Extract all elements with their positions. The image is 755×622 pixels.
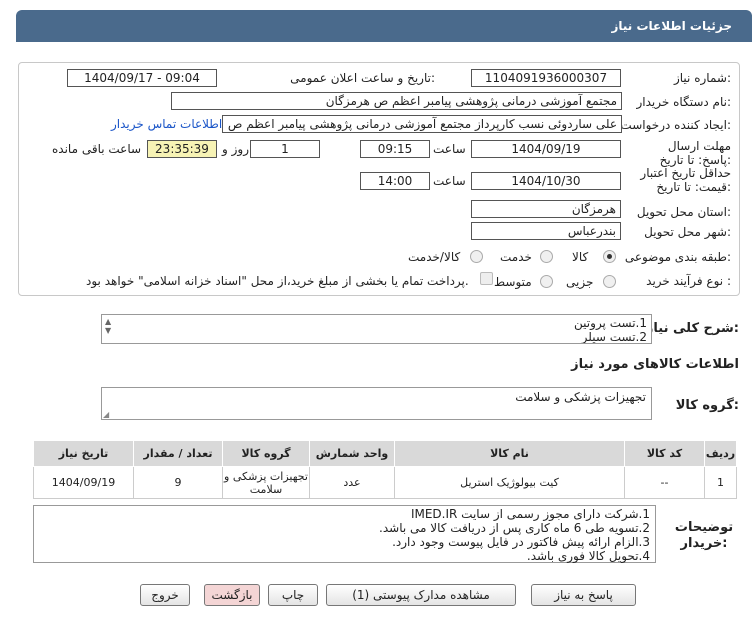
cell-unit: عدد <box>309 466 395 499</box>
cell-row: 1 <box>704 466 737 499</box>
goods-group-value: تجهیزات پزشکی و سلامت <box>515 390 646 404</box>
col-group-header: گروه کالا <box>222 440 310 467</box>
announce-datetime-field: 1404/09/17 - 09:04 <box>67 69 217 87</box>
category-option-service: خدمت <box>500 250 532 264</box>
view-attachments-button[interactable]: مشاهده مدارک پیوستی (1) <box>326 584 516 606</box>
category-radio-goods-service[interactable] <box>470 250 483 263</box>
category-option-goods: کالا <box>572 250 589 264</box>
reply-button[interactable]: پاسخ به نیاز <box>531 584 636 606</box>
buyer-note-line: 3.الزام ارائه پیش فاکتور در فایل پیوست و… <box>392 535 650 549</box>
buyer-notes-box[interactable]: 1.شرکت دارای مجوز رسمی از سایت IMED.IR 2… <box>33 505 656 563</box>
cell-name: کیت بیولوژیک استریل <box>394 466 625 499</box>
validity-time-label: ساعت <box>433 174 466 188</box>
goods-group-box[interactable]: تجهیزات پزشکی و سلامت ◢ <box>101 387 652 420</box>
process-option-medium: متوسط <box>494 275 532 289</box>
page-title: جزئیات اطلاعات نیاز <box>611 19 732 33</box>
requester-field: علی ساردوئی نسب کارپرداز مجتمع آموزشی در… <box>222 115 622 133</box>
col-unit-header: واحد شمارش <box>309 440 395 467</box>
buyer-note-line: 1.شرکت دارای مجوز رسمی از سایت IMED.IR <box>410 507 650 521</box>
description-label: شرح کلی نیاز: <box>645 321 739 336</box>
remaining-time-field: 23:35:39 <box>147 140 217 158</box>
col-row-header: ردیف <box>704 440 737 467</box>
remaining-time-label: ساعت باقی مانده <box>52 142 142 156</box>
table-row[interactable]: 1 -- کیت بیولوژیک استریل عدد تجهیزات پزش… <box>33 466 737 499</box>
buyer-note-line: 2.تسویه طی 6 ماه کاری پس از دریافت کالا … <box>379 521 650 535</box>
need-number-label: شماره نیاز: <box>673 71 731 85</box>
buyer-org-field: مجتمع آموزشی درمانی پژوهشی پیامبر اعظم ص… <box>171 92 622 110</box>
description-box[interactable]: 1.تست پروتین 2.تست سیلر ▲ ▼ <box>101 314 652 344</box>
col-code-header: کد کالا <box>624 440 705 467</box>
resize-handle-icon[interactable]: ◢ <box>103 410 109 419</box>
col-qty-header: تعداد / مقدار <box>133 440 223 467</box>
reply-time-label: ساعت <box>433 142 466 156</box>
reply-time-field: 09:15 <box>360 140 430 158</box>
description-line: 2.تست سیلر <box>581 330 647 344</box>
category-label: طبقه بندی موضوعی: <box>624 250 731 264</box>
validity-time-field: 14:00 <box>360 172 430 190</box>
province-field: هرمزگان <box>471 200 621 218</box>
city-field: بندرعباس <box>471 222 621 240</box>
buyer-note-line: 4.تحویل کالا فوری باشد. <box>526 549 650 563</box>
items-table: ردیف کد کالا نام کالا واحد شمارش گروه کا… <box>33 440 737 499</box>
treasury-payment-note: پرداخت تمام یا بخشی از مبلغ خرید،از محل … <box>86 274 469 288</box>
description-line: 1.تست پروتین <box>574 316 647 330</box>
goods-section-title: اطلاعات کالاهای مورد نیاز <box>571 357 739 372</box>
cell-code: -- <box>624 466 705 499</box>
requester-label: ایجاد کننده درخواست: <box>620 118 731 132</box>
table-header-row: ردیف کد کالا نام کالا واحد شمارش گروه کا… <box>33 440 737 467</box>
print-button[interactable]: چاپ <box>268 584 318 606</box>
buyer-notes-label: توضیحات خریدار: <box>674 520 734 551</box>
validity-date-field: 1404/10/30 <box>471 172 621 190</box>
scroll-arrows-icon[interactable]: ▲ ▼ <box>105 317 111 335</box>
reply-date-field: 1404/09/19 <box>471 140 621 158</box>
process-option-minor: جزیی <box>566 275 594 289</box>
process-label: نوع فرآیند خرید : <box>646 274 731 288</box>
exit-button[interactable]: خروج <box>140 584 190 606</box>
day-count-field: 1 <box>250 140 320 158</box>
cell-qty: 9 <box>133 466 223 499</box>
back-button[interactable]: بازگشت <box>204 584 260 606</box>
cell-date: 1404/09/19 <box>33 466 134 499</box>
process-radio-minor[interactable] <box>603 275 616 288</box>
validity-label: حداقل تاریخ اعتبار قیمت: تا تاریخ: <box>640 166 731 194</box>
col-name-header: نام کالا <box>394 440 625 467</box>
page-header: جزئیات اطلاعات نیاز <box>16 10 752 42</box>
treasury-payment-checkbox[interactable] <box>480 272 493 285</box>
cell-group: تجهیزات پزشکی و سلامت <box>222 466 310 499</box>
buyer-contact-link[interactable]: اطلاعات تماس خریدار <box>111 117 222 131</box>
goods-group-label: گروه کالا: <box>675 398 739 413</box>
reply-deadline-label: مهلت ارسال پاسخ: تا تاریخ: <box>659 139 731 167</box>
col-date-header: تاریخ نیاز <box>33 440 134 467</box>
category-radio-service[interactable] <box>540 250 553 263</box>
need-number-field: 1104091936000307 <box>471 69 621 87</box>
process-radio-medium[interactable] <box>540 275 553 288</box>
buyer-org-label: نام دستگاه خریدار: <box>636 95 732 109</box>
announce-datetime-label: تاریخ و ساعت اعلان عمومی: <box>290 71 435 85</box>
city-label: شهر محل تحویل: <box>644 225 731 239</box>
category-radio-goods[interactable] <box>603 250 616 263</box>
day-and-label: روز و <box>222 142 249 156</box>
province-label: استان محل تحویل: <box>636 205 731 219</box>
category-option-goods-service: کالا/خدمت <box>408 250 461 264</box>
